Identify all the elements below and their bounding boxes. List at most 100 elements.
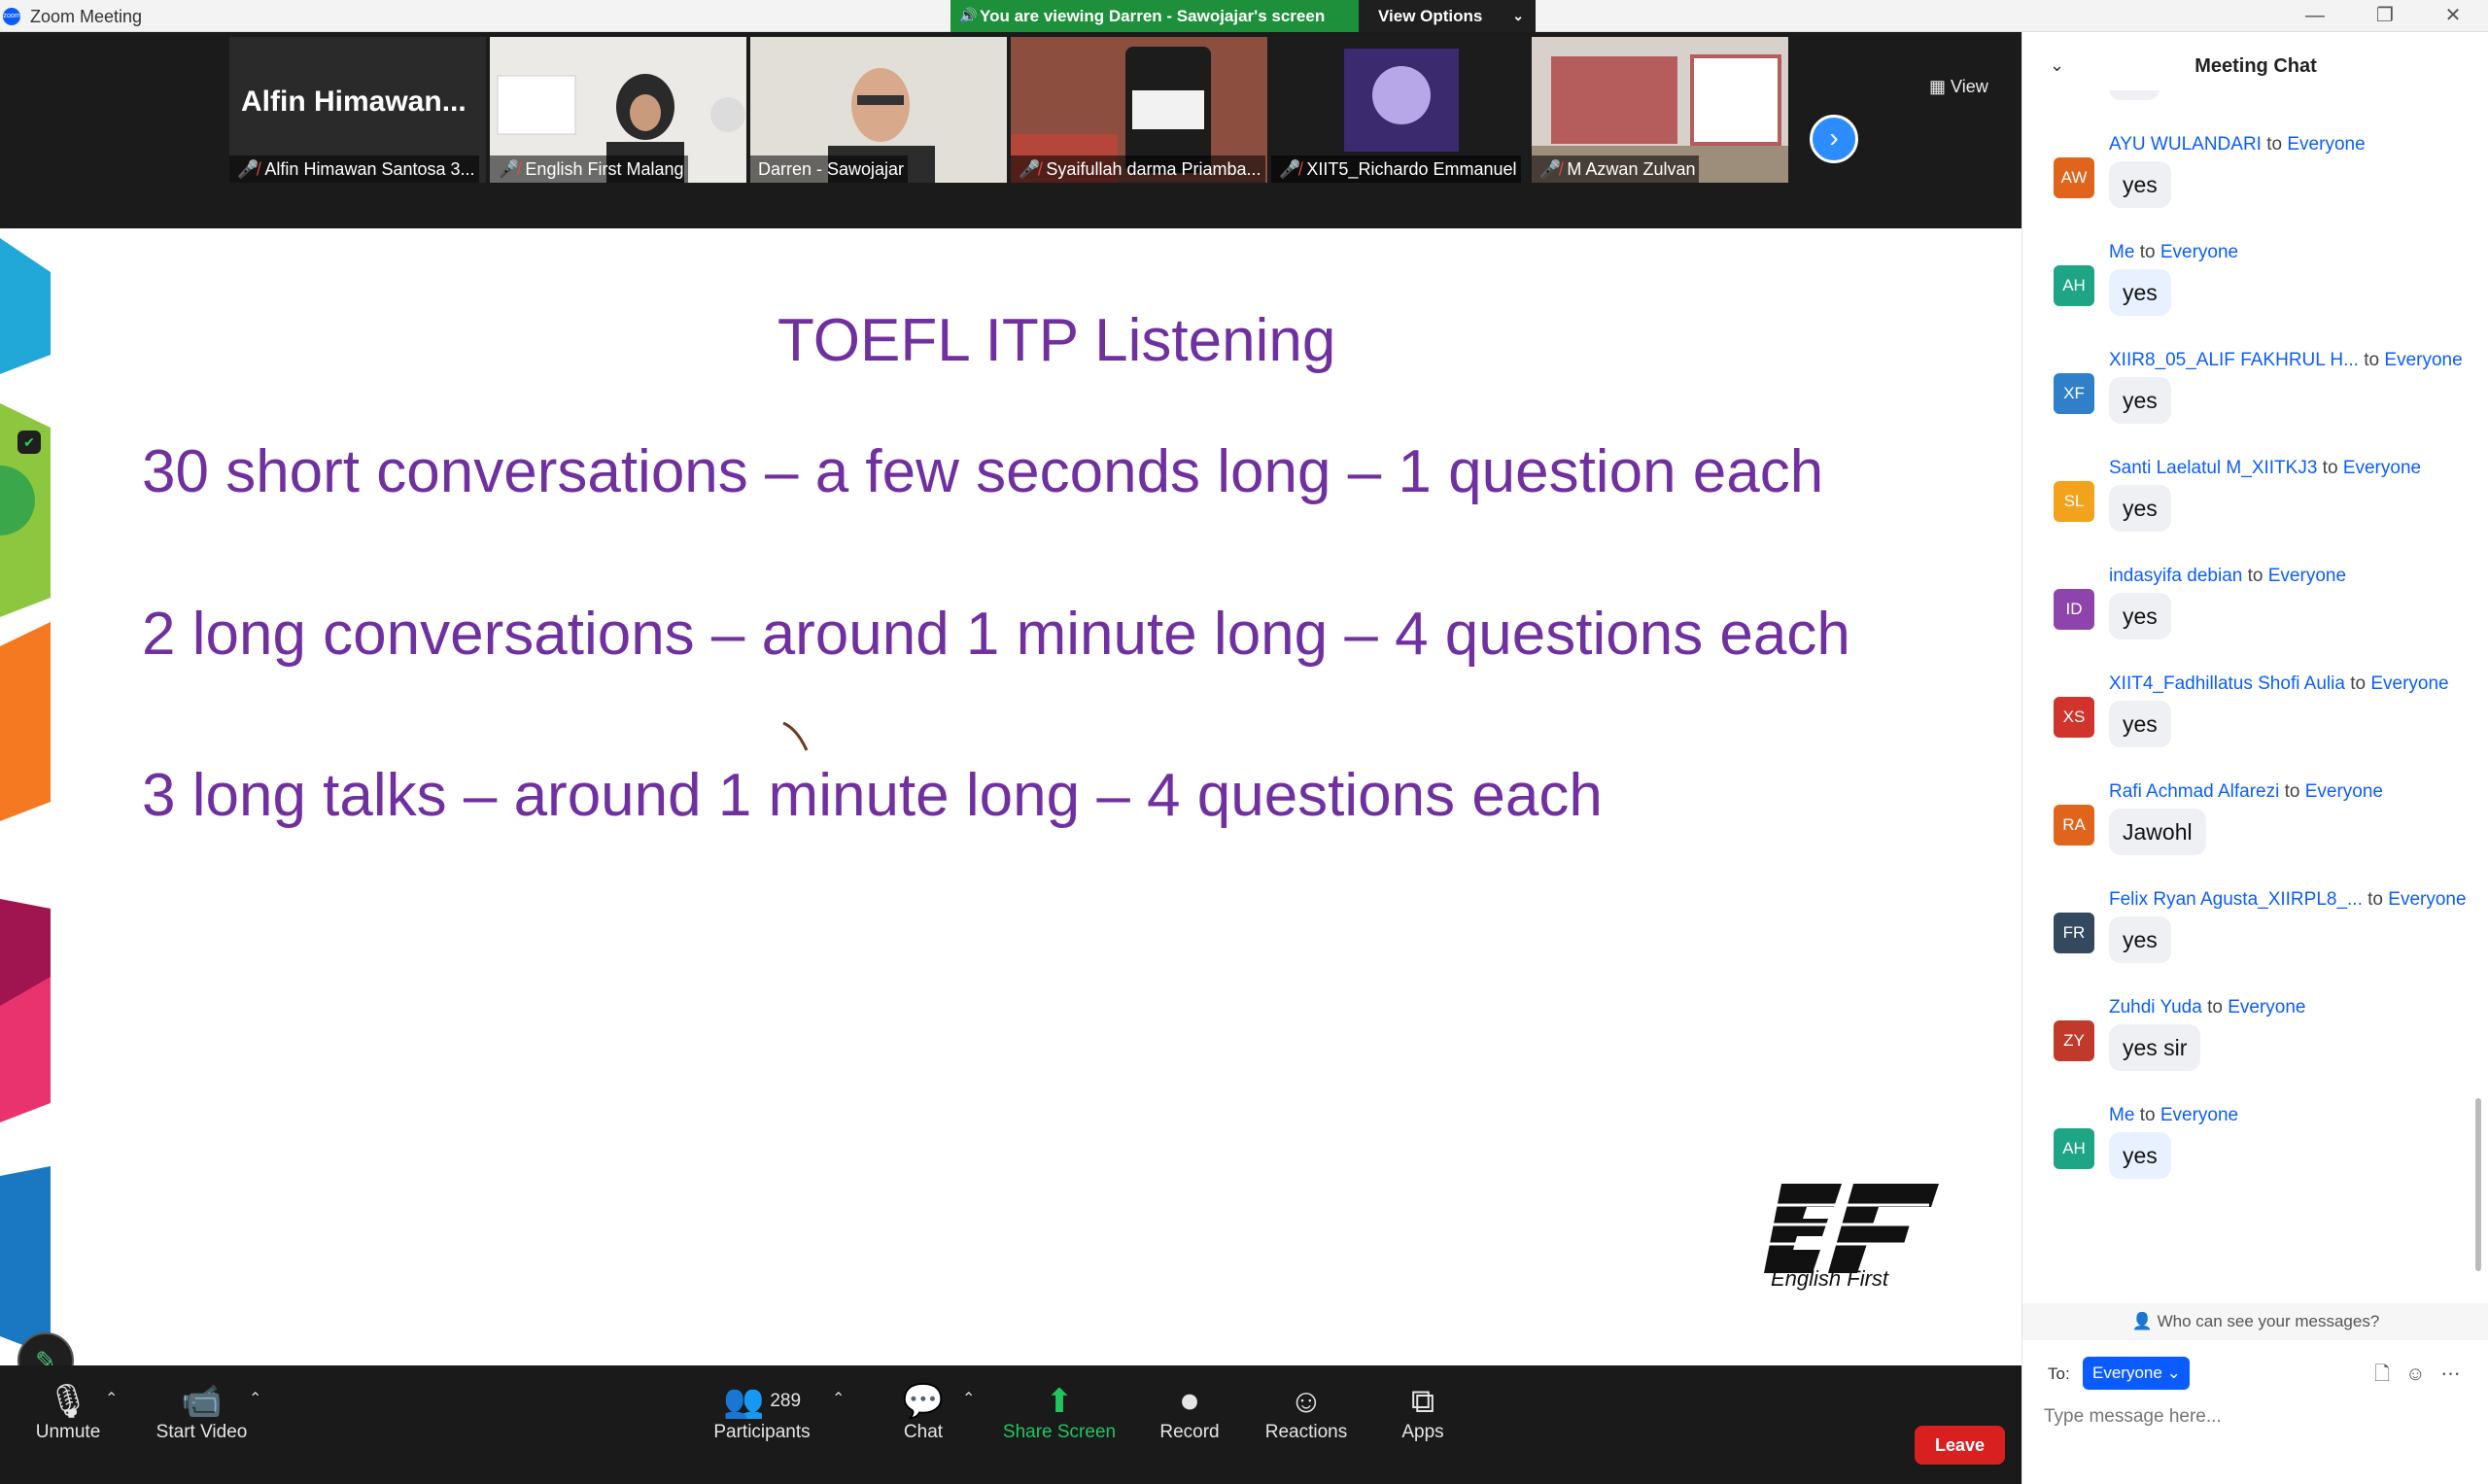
- encryption-shield-icon[interactable]: ✔: [17, 431, 41, 454]
- chat-message: AH Me to Everyone yes: [2022, 242, 2475, 350]
- start-video-button[interactable]: 📹 Start Video: [146, 1365, 258, 1484]
- who-can-see-messages-link[interactable]: 👤 Who can see your messages?: [2022, 1303, 2488, 1340]
- participants-label: Participants: [713, 1422, 811, 1442]
- video-tile[interactable]: 🎤̸ English First Malang: [490, 37, 746, 183]
- chevron-up-icon: ⌃: [249, 1391, 262, 1407]
- message-bubble[interactable]: yes: [2109, 593, 2171, 639]
- view-options-label: View Options: [1378, 7, 1483, 25]
- more-icon[interactable]: ⋯: [2441, 1363, 2461, 1385]
- message-bubble[interactable]: yes: [2109, 161, 2171, 208]
- participants-button[interactable]: 👥 289 Participants: [700, 1365, 824, 1484]
- video-tile[interactable]: 🎤̸ Syaifullah darma Priamba...: [1011, 37, 1267, 183]
- avatar: XF: [2054, 373, 2094, 414]
- emoji-icon[interactable]: ☺: [2405, 1363, 2425, 1385]
- video-off-icon: 📹: [181, 1383, 223, 1420]
- video-tile[interactable]: 🎤̸ XIIT5_Richardo Emmanuel: [1271, 37, 1528, 183]
- reactions-button[interactable]: ☺ Reactions: [1260, 1365, 1353, 1484]
- window-title: Zoom Meeting: [30, 7, 143, 26]
- message-input[interactable]: [2044, 1399, 2452, 1434]
- chevron-right-icon: ›: [1829, 122, 1839, 153]
- message-sender-line[interactable]: XIIT4_Fadhillatus Shofi Aulia to Everyon…: [2109, 673, 2449, 695]
- message-sender-line[interactable]: Santi Laelatul M_XIITKJ3 to Everyone: [2109, 458, 2421, 479]
- close-icon[interactable]: ✕: [2424, 0, 2482, 32]
- pencil-icon: ✎: [35, 1346, 56, 1365]
- file-icon[interactable]: 🗋: [2374, 1363, 2390, 1385]
- speaker-icon: 🔊: [959, 8, 978, 24]
- message-sender-line[interactable]: indasyifa debian to Everyone: [2109, 566, 2346, 587]
- share-screen-button[interactable]: ⬆ Share Screen: [1001, 1365, 1118, 1484]
- message-bubble[interactable]: ok: [2109, 90, 2160, 100]
- slide-bullet: 3 long talks – around 1 minute long – 4 …: [142, 762, 1603, 829]
- message-sender-line[interactable]: XIIR8_05_ALIF FAKHRUL H... to Everyone: [2109, 350, 2463, 371]
- video-tile[interactable]: 🎤̸ M Azwan Zulvan: [1532, 37, 1788, 183]
- to-word: to: [2139, 242, 2156, 262]
- recipient-name: Everyone: [2304, 781, 2384, 802]
- chat-message: AW AYU WULANDARI to Everyone yes: [2022, 134, 2475, 242]
- recipient-name: Everyone: [2228, 997, 2306, 1018]
- sender-name: Santi Laelatul M_XIITKJ3: [2109, 458, 2318, 478]
- recipient-name: Everyone: [2160, 242, 2239, 262]
- message-sender-line[interactable]: AYU WULANDARI to Everyone: [2109, 134, 2366, 155]
- video-options-caret[interactable]: ⌃: [245, 1365, 268, 1484]
- chat-bubble-icon: 💬: [902, 1383, 945, 1420]
- recipient-select[interactable]: Everyone ⌄: [2083, 1357, 2190, 1390]
- record-button[interactable]: ⏺ Record: [1149, 1365, 1230, 1484]
- apps-label: Apps: [1401, 1422, 1444, 1442]
- next-page-button[interactable]: ›: [1810, 115, 1858, 163]
- participants-count: 289: [770, 1391, 802, 1411]
- view-options-button[interactable]: View Options ⌄: [1359, 0, 1536, 32]
- chat-scrollbar[interactable]: [2475, 1098, 2481, 1271]
- start-video-label: Start Video: [156, 1422, 248, 1442]
- tile-name-bar: Darren - Sawojajar: [750, 155, 909, 183]
- chat-message: SL Santi Laelatul M_XIITKJ3 to Everyone ye…: [2022, 458, 2475, 566]
- message-sender-line[interactable]: Zuhdi Yuda to Everyone: [2109, 997, 2306, 1018]
- meeting-chat-panel: Meeting Chat ⌄ XLXIIR7_Felna Lenthera to…: [2022, 32, 2488, 1484]
- video-tile-active-speaker[interactable]: Darren - Sawojajar: [750, 37, 1007, 183]
- chat-message: XLXIIR7_Felna Lenthera to Everyoneok: [2022, 90, 2475, 134]
- chevron-up-icon: ⌃: [832, 1391, 846, 1407]
- view-button[interactable]: ▦ View: [1929, 77, 1988, 97]
- recipient-name: Everyone: [2342, 458, 2422, 478]
- message-bubble[interactable]: Jawohl: [2109, 809, 2206, 855]
- message-bubble[interactable]: yes sir: [2109, 1024, 2201, 1071]
- message-sender-line[interactable]: Me to Everyone: [2109, 1105, 2238, 1126]
- avatar: SL: [2054, 481, 2094, 522]
- slide-bullet: 30 short conversations – a few seconds l…: [142, 438, 1824, 505]
- message-bubble[interactable]: yes: [2109, 916, 2171, 963]
- message-sender-line[interactable]: Me to Everyone: [2109, 242, 2238, 263]
- message-sender-line[interactable]: Felix Ryan Agusta_XIIRPL8_... to Everyon…: [2109, 889, 2467, 911]
- chevron-down-icon: ⌄: [2166, 1363, 2181, 1382]
- chevron-down-icon[interactable]: ⌄: [2050, 55, 2064, 76]
- apps-icon: ⧉: [1410, 1383, 1435, 1420]
- restore-icon[interactable]: ❐: [2356, 0, 2414, 32]
- message-sender-line[interactable]: Rafi Achmad Alfarezi to Everyone: [2109, 781, 2383, 803]
- chat-message: ZY Zuhdi Yuda to Everyone yes sir: [2022, 997, 2475, 1105]
- apps-button[interactable]: ⧉ Apps: [1384, 1365, 1462, 1484]
- to-word: to: [2139, 1105, 2156, 1125]
- leave-button[interactable]: Leave: [1915, 1426, 2005, 1465]
- chat-message: ID indasyifa debian to Everyone yes: [2022, 566, 2475, 673]
- message-bubble[interactable]: yes: [2109, 701, 2171, 747]
- audio-options-caret[interactable]: ⌃: [101, 1365, 124, 1484]
- chat-options-caret[interactable]: ⌃: [958, 1365, 982, 1484]
- chat-button[interactable]: 💬 Chat: [884, 1365, 962, 1484]
- tile-name: Darren - Sawojajar: [758, 159, 905, 179]
- to-word: to: [2284, 781, 2300, 802]
- slide-decoration: [0, 238, 51, 1356]
- minimize-icon[interactable]: —: [2286, 0, 2344, 32]
- chat-message-list[interactable]: XLXIIR7_Felna Lenthera to Everyoneok AW AY…: [2022, 90, 2475, 1303]
- recipient-name: Everyone: [2388, 889, 2467, 910]
- message-bubble[interactable]: yes: [2109, 1132, 2171, 1179]
- message-bubble[interactable]: yes: [2109, 269, 2171, 316]
- message-bubble[interactable]: yes: [2109, 485, 2171, 532]
- to-word: to: [2247, 566, 2263, 586]
- sender-name: Felix Ryan Agusta_XIIRPL8_...: [2109, 889, 2363, 910]
- recipient-name: Everyone: [2160, 1105, 2239, 1125]
- participants-options-caret[interactable]: ⌃: [828, 1365, 851, 1484]
- mic-muted-icon: 🎤̸: [1539, 159, 1562, 179]
- chat-title: Meeting Chat: [2194, 55, 2317, 77]
- message-bubble[interactable]: yes: [2109, 377, 2171, 424]
- mic-muted-icon: 🎤̸: [1279, 159, 1301, 179]
- video-tile[interactable]: Alfin Himawan... 🎤̸ Alfin Himawan Santosa…: [229, 37, 486, 183]
- to-word: to: [2350, 673, 2367, 694]
